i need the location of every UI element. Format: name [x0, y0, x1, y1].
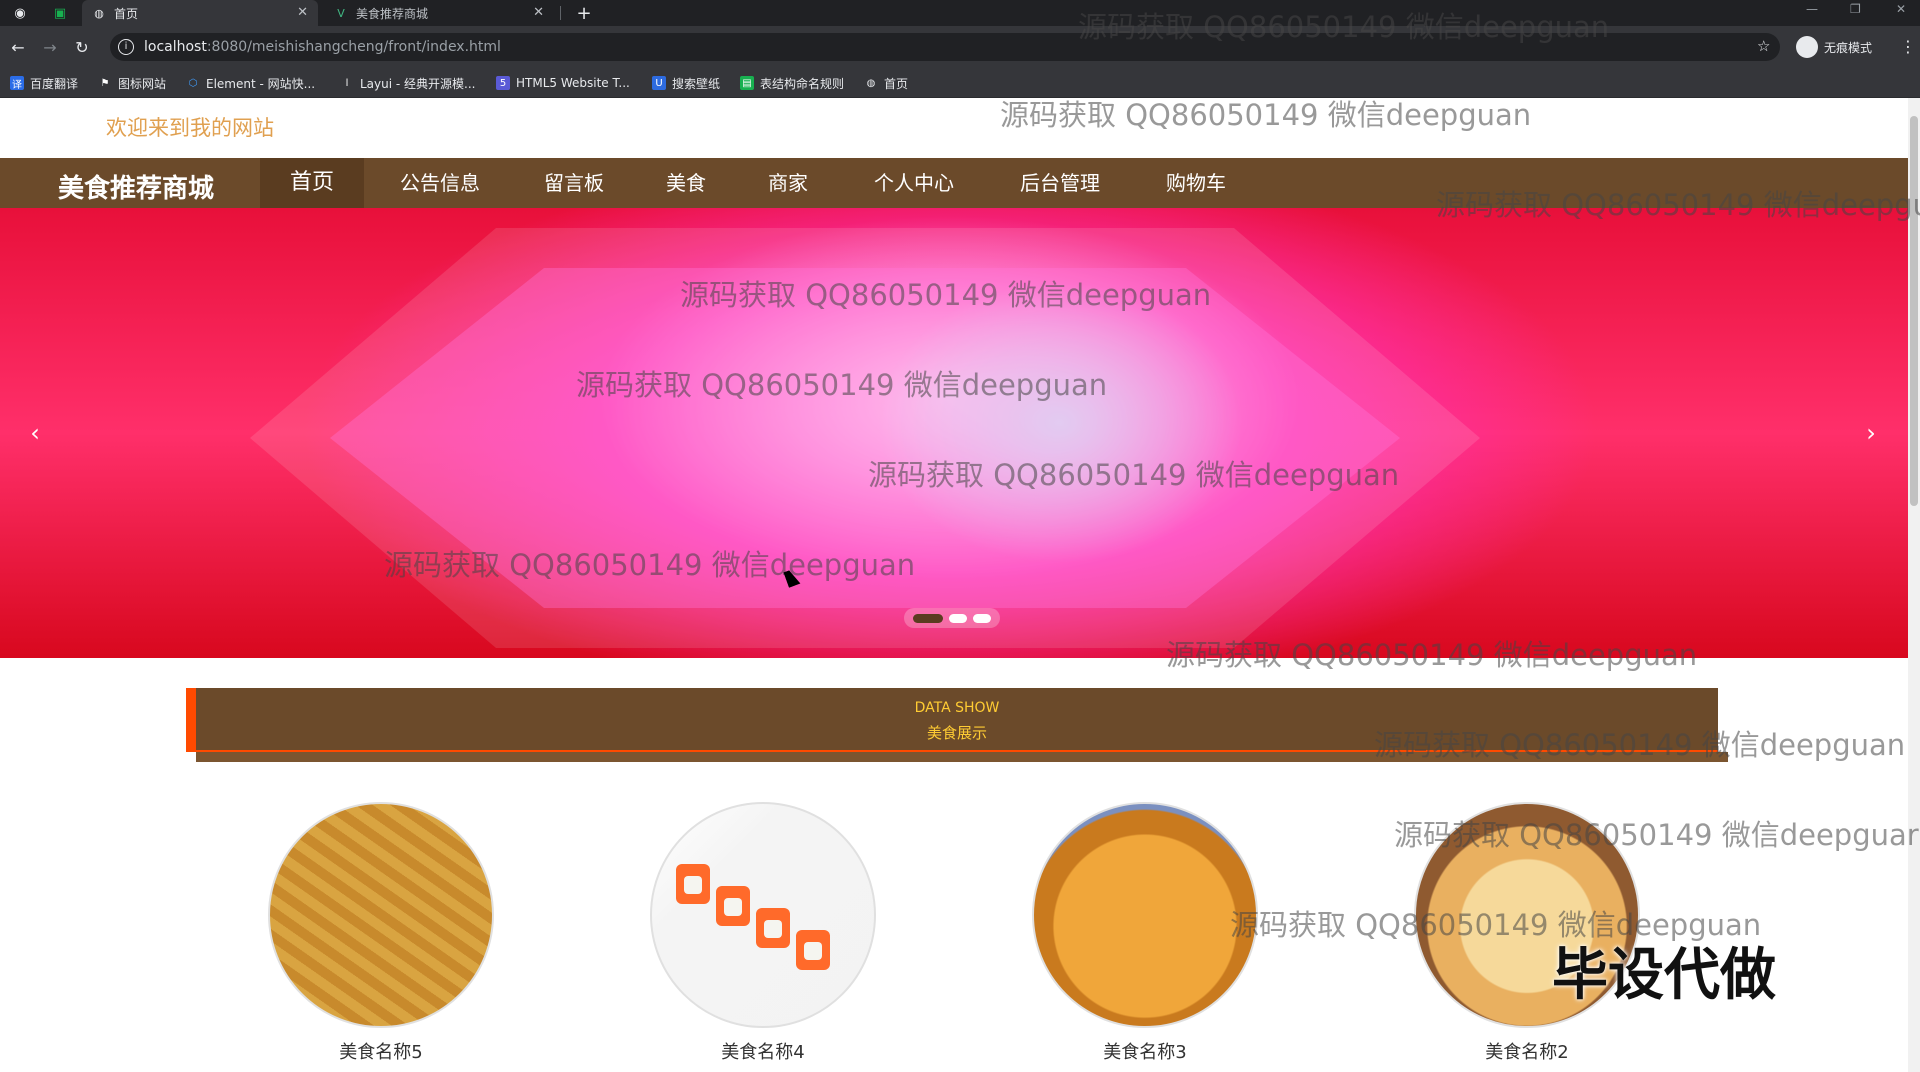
watermark-text: 源码获取 QQ86050149 微信deepguan [868, 458, 1400, 492]
carousel-next-icon[interactable]: › [1856, 418, 1886, 448]
layui-icon: l [345, 77, 349, 89]
bookmark-label: Element - 网站快... [206, 76, 316, 91]
profile-label: 无痕模式 [1824, 40, 1873, 55]
minimize-icon[interactable]: — [1806, 2, 1818, 16]
carousel-dot[interactable] [913, 613, 943, 623]
carousel-dot[interactable] [973, 613, 991, 623]
restore-icon[interactable]: ❐ [1850, 2, 1861, 16]
flag-icon: ⚑ [100, 77, 110, 89]
bookmark-item[interactable]: 译 百度翻译 [10, 74, 78, 92]
nav-item-profile[interactable]: 个人中心 [856, 158, 972, 208]
bookmark-item[interactable]: ⚑ 图标网站 [98, 74, 167, 92]
carousel-dot[interactable] [949, 613, 967, 623]
carousel-prev-icon[interactable]: ‹ [20, 418, 50, 448]
browser-toolbar: ← → ↻ i localhost:8080/meishishangcheng/… [0, 26, 1920, 68]
food-image[interactable] [650, 802, 876, 1028]
nav-item-messages[interactable]: 留言板 [526, 158, 622, 208]
bookmark-label: 图标网站 [118, 76, 167, 91]
section-title-en: DATA SHOW [914, 700, 1000, 716]
welcome-text: 欢迎来到我的网站 [106, 116, 274, 140]
bookmark-label: 搜索壁纸 [672, 76, 721, 91]
bookmark-label: Layui - 经典开源模... [360, 76, 476, 91]
bookmark-item[interactable]: U 搜索壁纸 [652, 74, 720, 92]
bookmark-item[interactable]: 5 HTML5 Website T... [496, 74, 630, 92]
sushi-piece [676, 864, 710, 904]
bookmark-item[interactable]: l Layui - 经典开源模... [340, 74, 476, 92]
watermark-text: 源码获取 QQ86050149 微信deepguar [1394, 818, 1919, 852]
tab-title: 首页 [114, 6, 139, 21]
food-name[interactable]: 美食名称2 [1388, 1038, 1666, 1064]
sheet-icon: ▤ [740, 76, 754, 90]
bookmark-label: 首页 [884, 76, 909, 91]
nav-item-notices[interactable]: 公告信息 [384, 158, 496, 208]
bookmark-item[interactable]: ▤ 表结构命名规则 [740, 74, 844, 92]
watermark-text: 源码获取 QQ86050149 微信deepguan [1166, 638, 1698, 672]
translate-icon: 译 [10, 76, 24, 91]
info-icon[interactable]: i [118, 39, 134, 55]
food-name[interactable]: 美食名称4 [624, 1038, 902, 1064]
nav-item-cart[interactable]: 购物车 [1150, 158, 1242, 208]
vue-icon: V [337, 6, 345, 20]
watermark-text: 源码获取 QQ86050149 微信deepguan [1374, 728, 1906, 762]
pinned-tab-icon[interactable]: ▣ [50, 3, 70, 23]
html5-icon: 5 [496, 76, 510, 90]
url-host: localhost [144, 39, 207, 55]
scrollbar-thumb[interactable] [1910, 116, 1918, 506]
bookmark-item[interactable]: ◍ 首页 [864, 74, 908, 92]
nav-item-admin[interactable]: 后台管理 [1004, 158, 1116, 208]
incognito-icon [1796, 36, 1818, 58]
url-path: :8080/meishishangcheng/front/index.html [206, 39, 501, 55]
watermark-text: 源码获取 QQ86050149 微信deepguan [680, 278, 1212, 312]
food-name[interactable]: 美食名称5 [242, 1038, 520, 1064]
tab-title: 美食推荐商城 [356, 6, 429, 21]
wallpaper-icon: U [652, 76, 666, 90]
watermark-text: 源码获取 QQ86050149 微信deepguan [1078, 10, 1610, 44]
browser-tab-strip: ◉ ▣ ◍ 首页 ✕ V 美食推荐商城 ✕ + — ❐ ✕ [0, 0, 1920, 26]
browser-menu-icon[interactable]: ◉ [10, 3, 30, 23]
bookmark-label: 表结构命名规则 [760, 76, 845, 91]
sushi-piece [796, 930, 830, 970]
sushi-piece [716, 886, 750, 926]
forward-icon[interactable]: → [40, 37, 60, 57]
nav-item-food[interactable]: 美食 [650, 158, 722, 208]
watermark-text: 源码获取 QQ86050149 微信deepguan [576, 368, 1108, 402]
page-scrollbar[interactable] [1908, 98, 1920, 1072]
nav-item-merchants[interactable]: 商家 [752, 158, 824, 208]
corner-badge: 毕设代做 [1552, 943, 1776, 1008]
back-icon[interactable]: ← [8, 37, 28, 57]
food-card[interactable]: 美食名称5 [242, 802, 494, 1063]
plus-icon[interactable]: + [574, 3, 594, 24]
globe-icon: ◍ [94, 6, 104, 20]
bookmarks-bar: 译 百度翻译 ⚑ 图标网站 ⬡ Element - 网站快... l Layui… [0, 68, 1920, 98]
bookmark-label: HTML5 Website T... [516, 76, 630, 90]
food-card[interactable]: 美食名称3 [1006, 802, 1258, 1063]
food-name[interactable]: 美食名称3 [1006, 1038, 1284, 1064]
food-image[interactable] [268, 802, 494, 1028]
watermark-text: 源码获取 QQ86050149 微信deepguan [1000, 98, 1532, 132]
element-icon: ⬡ [188, 77, 198, 89]
bookmark-star-icon[interactable]: ☆ [1757, 37, 1770, 55]
carousel-indicators [904, 608, 1000, 628]
more-menu-icon[interactable]: ⋮ [1900, 37, 1916, 56]
watermark-text: 源码获取 QQ86050149 微信deepguan [384, 548, 916, 582]
tab-shop[interactable]: V 美食推荐商城 ✕ [324, 0, 554, 26]
sushi-piece [756, 908, 790, 948]
food-card[interactable]: 美食名称4 [624, 802, 876, 1063]
tab-home[interactable]: ◍ 首页 ✕ [82, 0, 318, 26]
food-image[interactable] [1032, 802, 1258, 1028]
bookmark-label: 百度翻译 [30, 76, 79, 91]
nav-item-home[interactable]: 首页 [260, 158, 364, 208]
close-window-icon[interactable]: ✕ [1896, 2, 1906, 16]
watermark-text: 源码获取 QQ86050149 微信deepguan [1436, 188, 1920, 222]
bookmark-item[interactable]: ⬡ Element - 网站快... [186, 74, 315, 92]
tab-divider [560, 6, 561, 20]
close-icon[interactable]: ✕ [533, 5, 544, 20]
incognito-profile[interactable]: 无痕模式 [1796, 35, 1872, 59]
close-icon[interactable]: ✕ [297, 5, 308, 20]
globe-icon: ◍ [866, 77, 876, 89]
site-brand[interactable]: 美食推荐商城 [58, 168, 214, 205]
reload-icon[interactable]: ↻ [72, 37, 92, 57]
